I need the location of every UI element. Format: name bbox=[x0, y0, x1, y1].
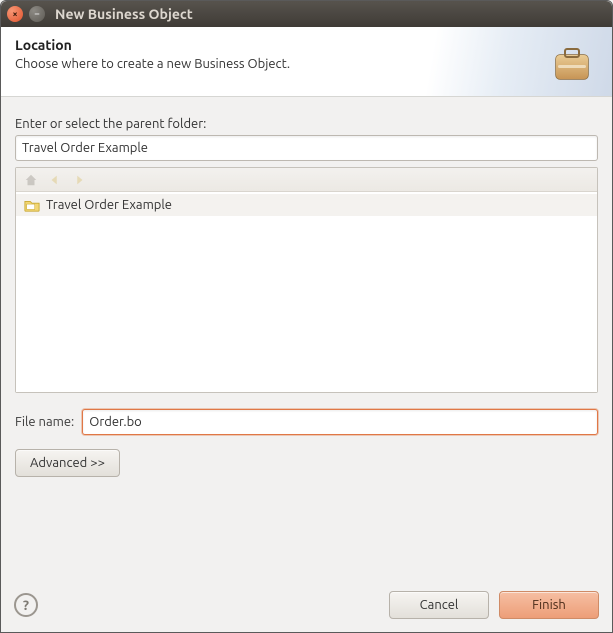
tree-toolbar bbox=[16, 168, 597, 192]
banner-heading: Location bbox=[15, 37, 598, 53]
tree-item-label: Travel Order Example bbox=[46, 198, 172, 212]
folder-tree[interactable]: Travel Order Example bbox=[16, 192, 597, 392]
advanced-button[interactable]: Advanced >> bbox=[15, 449, 120, 477]
back-icon[interactable] bbox=[48, 173, 62, 187]
window-title: New Business Object bbox=[55, 6, 193, 22]
home-icon[interactable] bbox=[24, 173, 38, 187]
folder-icon bbox=[24, 198, 40, 212]
dialog-footer: ? Cancel Finish bbox=[0, 579, 613, 633]
parent-folder-label: Enter or select the parent folder: bbox=[15, 117, 598, 131]
window-close-button[interactable]: × bbox=[7, 6, 23, 22]
finish-button[interactable]: Finish bbox=[499, 591, 599, 619]
banner-subtext: Choose where to create a new Business Ob… bbox=[15, 57, 598, 71]
filename-label: File name: bbox=[15, 415, 74, 429]
filename-input[interactable] bbox=[82, 409, 598, 435]
help-button[interactable]: ? bbox=[14, 593, 38, 617]
folder-tree-panel: Travel Order Example bbox=[15, 167, 598, 393]
parent-folder-input[interactable] bbox=[15, 135, 598, 161]
title-bar: × – New Business Object bbox=[1, 1, 612, 27]
forward-icon[interactable] bbox=[72, 173, 86, 187]
wizard-content: Enter or select the parent folder: bbox=[1, 97, 612, 487]
wizard-banner: Location Choose where to create a new Bu… bbox=[1, 27, 612, 97]
window-minimize-button[interactable]: – bbox=[29, 6, 45, 22]
cancel-button[interactable]: Cancel bbox=[389, 591, 489, 619]
tree-item[interactable]: Travel Order Example bbox=[16, 194, 597, 216]
briefcase-icon bbox=[550, 41, 594, 88]
